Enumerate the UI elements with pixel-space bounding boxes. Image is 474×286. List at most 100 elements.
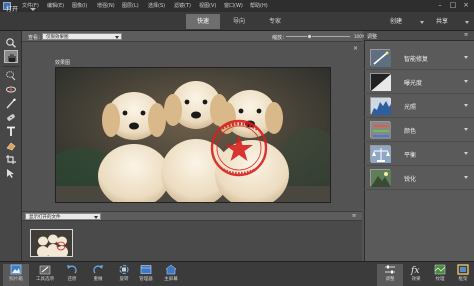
create-dropdown-icon[interactable] [420,21,424,24]
share-button[interactable]: 共享 [436,14,448,29]
adjustments-icon [385,265,395,274]
puppies-photo [56,68,330,202]
menu-help[interactable]: 帮助(H) [250,2,268,9]
whiten-teeth-tool-icon[interactable] [4,97,18,110]
zoom-slider[interactable] [286,36,350,37]
lighting-icon [370,97,391,115]
hand-tool-icon[interactable] [4,50,18,63]
redo-button[interactable]: 重做 [85,264,111,286]
adjust-label: 锐化 [404,176,417,183]
redo-icon [93,265,103,274]
panel-header: 调整 ≡ [364,31,474,41]
tool-options-button[interactable]: 工具选项 [32,264,58,286]
menu-image[interactable]: 图像(I) [72,2,87,9]
bin-source-select[interactable]: 显示打开的文件 [25,213,101,220]
chevron-down-icon [464,176,468,179]
adjust-smart-fix[interactable]: 智能修复 [364,46,474,70]
bin-source-value: 显示打开的文件 [29,215,61,220]
eraser-tool-icon[interactable] [4,139,18,152]
home-screen-button[interactable]: 主屏幕 [158,264,184,286]
organizer-icon [140,265,152,274]
maximize-icon[interactable]: □ [447,1,459,10]
bin-menu-icon[interactable]: ≡ [352,213,356,219]
taskbar-label: 主屏幕 [164,277,178,282]
organizer-button[interactable]: 管理器 [133,264,159,286]
chevron-down-icon [115,36,119,39]
quick-selection-tool-icon[interactable] [4,69,18,82]
view-options-bar: 查看： 仅限效果图 缩放： 100% [22,31,365,42]
taskbar-label: 工具选项 [36,277,54,282]
menu-layer[interactable]: 图层(L) [122,2,139,9]
tab-quick[interactable]: 快速 [186,14,220,29]
zoom-slider-thumb[interactable] [306,34,312,39]
frames-icon [457,264,469,275]
tool-options-icon [39,265,51,275]
spot-healing-tool-icon[interactable] [4,111,18,124]
zoom-label: 缩放： [272,35,288,41]
view-label: 查看： [28,35,44,41]
move-tool-icon[interactable] [4,167,18,180]
adjust-label: 智能修复 [404,56,429,63]
close-document-icon[interactable]: × [353,45,358,52]
menu-window[interactable]: 窗口(W) [224,2,243,9]
chevron-down-icon [464,152,468,155]
menu-bar: 文件(F) 编辑(E) 图像(I) 增强(N) 图层(L) 选择(S) 滤镜(T… [0,0,474,12]
taskbar-label: 还原 [67,277,77,282]
adjustments-button[interactable]: 调整 [377,264,403,286]
adjust-lighting[interactable]: 光照 [364,94,474,118]
adjust-exposure[interactable]: 曝光度 [364,70,474,94]
photo-bin-icon [10,264,22,275]
taskbar: 照片箱 工具选项 还原 重做 旋转 管理器 主屏幕 调整 fx 效果 纹理 框架 [0,261,474,286]
taskbar-label: 框架 [458,277,468,282]
svg-text:fx: fx [410,266,419,275]
menu-select[interactable]: 选择(S) [148,2,165,9]
tab-expert[interactable]: 专家 [258,14,292,29]
panel-menu-icon[interactable]: ≡ [464,32,468,38]
red-eye-tool-icon[interactable] [4,83,18,96]
view-select-value: 仅限效果图 [46,35,69,40]
crop-tool-icon[interactable] [4,153,18,166]
type-tool-icon[interactable] [4,125,18,138]
adjust-balance[interactable]: 平衡 [364,142,474,166]
adjust-color[interactable]: 颜色 [364,118,474,142]
minimize-icon[interactable]: – [434,1,446,10]
tool-panel [0,31,22,261]
balance-icon [370,145,391,163]
textures-icon [434,264,446,275]
smart-fix-icon [370,49,391,67]
frames-button[interactable]: 框架 [450,264,474,286]
rotate-icon [119,264,129,275]
menu-view[interactable]: 视图(V) [199,2,216,9]
menu-filter[interactable]: 滤镜(T) [174,2,191,9]
photo-canvas[interactable] [55,67,331,203]
adjust-label: 光照 [404,104,417,111]
menu-enhance[interactable]: 增强(N) [97,2,115,9]
taskbar-label: 效果 [411,277,421,282]
open-dropdown-icon[interactable] [30,8,36,11]
effects-icon: fx [410,266,419,275]
tab-guided[interactable]: 导向 [222,14,256,29]
adjust-label: 颜色 [404,128,417,135]
undo-button[interactable]: 还原 [59,264,85,286]
adjust-label: 曝光度 [404,80,423,87]
chevron-down-icon [464,56,468,59]
home-screen-icon [165,264,177,275]
menu-edit[interactable]: 编辑(E) [47,2,64,9]
adjust-label: 平衡 [404,152,417,159]
share-dropdown-icon[interactable] [465,21,469,24]
photo-thumbnail[interactable] [30,229,73,257]
adjust-sharpen[interactable]: 锐化 [364,166,474,190]
photo-bin-button[interactable]: 照片箱 [3,264,29,286]
zoom-tool-icon[interactable] [4,36,18,49]
create-button[interactable]: 创建 [390,14,402,29]
panel-title: 调整 [367,34,378,40]
effects-button[interactable]: fx 效果 [403,264,429,286]
close-window-icon[interactable]: × [460,1,472,10]
photo-bin-bar: 显示打开的文件 ≡ [22,211,362,221]
taskbar-label: 重做 [93,277,103,282]
view-select[interactable]: 仅限效果图 [42,33,122,40]
taskbar-label: 管理器 [139,277,153,282]
undo-icon [67,265,77,274]
chevron-down-icon [464,80,468,83]
sharpen-icon [370,169,391,187]
